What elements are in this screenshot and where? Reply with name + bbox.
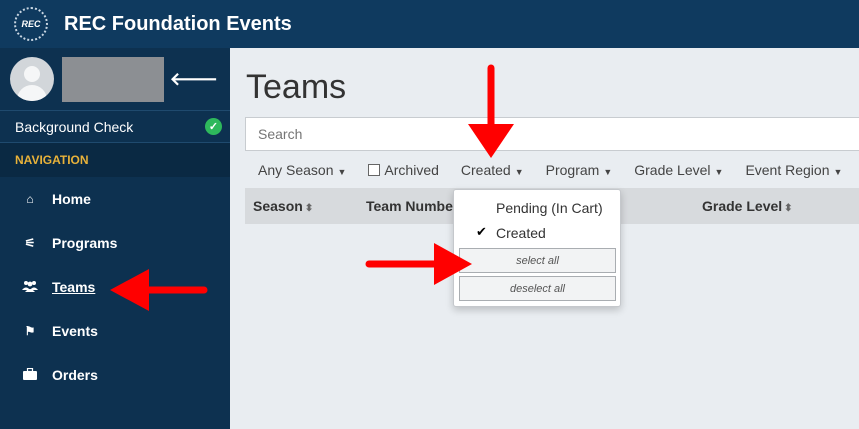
- programs-icon: ⚟: [24, 236, 36, 250]
- app-title: REC Foundation Events: [64, 12, 292, 35]
- sidebar-item-events[interactable]: ⚑ Events: [0, 309, 230, 353]
- sidebar-item-home[interactable]: ⌂ Home: [0, 177, 230, 221]
- season-filter[interactable]: Any Season ▼: [258, 162, 346, 178]
- background-check-label: Background Check: [15, 118, 134, 135]
- users-icon: [20, 280, 40, 295]
- archived-filter[interactable]: Archived: [368, 162, 439, 178]
- sidebar-item-label: Teams: [52, 279, 96, 295]
- option-pending[interactable]: Pending (In Cart): [496, 200, 603, 216]
- redacted-username: [62, 56, 164, 102]
- option-created[interactable]: Created: [496, 225, 546, 241]
- sidebar-item-label: Orders: [52, 367, 98, 383]
- caret-down-icon: ▼: [833, 167, 843, 177]
- column-grade-level[interactable]: Grade Level ⬍: [702, 198, 793, 214]
- sidebar-item-teams[interactable]: Teams: [0, 265, 230, 309]
- event-region-filter[interactable]: Event Region ▼: [745, 162, 842, 178]
- status-dropdown-menu: Pending (In Cart) ✔ Created select all d…: [453, 189, 621, 307]
- sort-icon: ⬍: [784, 203, 793, 214]
- deselect-all-button[interactable]: deselect all: [459, 276, 616, 301]
- background-check-row[interactable]: Background Check ✓: [0, 111, 230, 143]
- checkmark-icon: ✔: [476, 224, 487, 239]
- caret-down-icon: ▼: [337, 167, 347, 177]
- rec-logo[interactable]: REC: [14, 7, 48, 41]
- arrow-left-icon[interactable]: 🡐: [170, 69, 218, 90]
- caret-down-icon: ▼: [603, 167, 613, 177]
- caret-down-icon: ▼: [714, 167, 724, 177]
- filter-bar: Any Season ▼ Archived Created ▼ Program ▼ G…: [245, 160, 859, 180]
- flag-icon: ⚑: [24, 324, 36, 338]
- grade-level-filter[interactable]: Grade Level ▼: [634, 162, 723, 178]
- nav-header: NAVIGATION: [0, 143, 230, 177]
- sidebar-item-orders[interactable]: Orders: [0, 353, 230, 397]
- check-circle-icon: ✓: [205, 118, 222, 135]
- home-icon: ⌂: [26, 192, 34, 206]
- column-team-number[interactable]: Team Number: [366, 198, 458, 214]
- search-input[interactable]: [245, 117, 859, 151]
- sort-icon: ⬍: [304, 203, 314, 214]
- status-filter[interactable]: Created ▼: [461, 162, 524, 178]
- sidebar: 🡐 Background Check ✓ NAVIGATION ⌂ Home ⚟…: [0, 48, 230, 429]
- page-title: Teams: [246, 68, 347, 106]
- archived-checkbox[interactable]: [368, 164, 381, 176]
- sidebar-item-label: Home: [52, 191, 91, 207]
- briefcase-icon: [20, 367, 40, 383]
- sidebar-item-programs[interactable]: ⚟ Programs: [0, 221, 230, 265]
- column-season[interactable]: Season ⬍: [253, 198, 313, 214]
- program-filter[interactable]: Program ▼: [546, 162, 613, 178]
- avatar[interactable]: [10, 57, 54, 101]
- user-profile: 🡐: [0, 48, 230, 111]
- select-all-button[interactable]: select all: [459, 248, 616, 273]
- sidebar-item-label: Events: [52, 323, 98, 339]
- caret-down-icon: ▼: [514, 167, 524, 177]
- top-bar: REC REC Foundation Events: [0, 0, 859, 48]
- sidebar-item-label: Programs: [52, 235, 118, 251]
